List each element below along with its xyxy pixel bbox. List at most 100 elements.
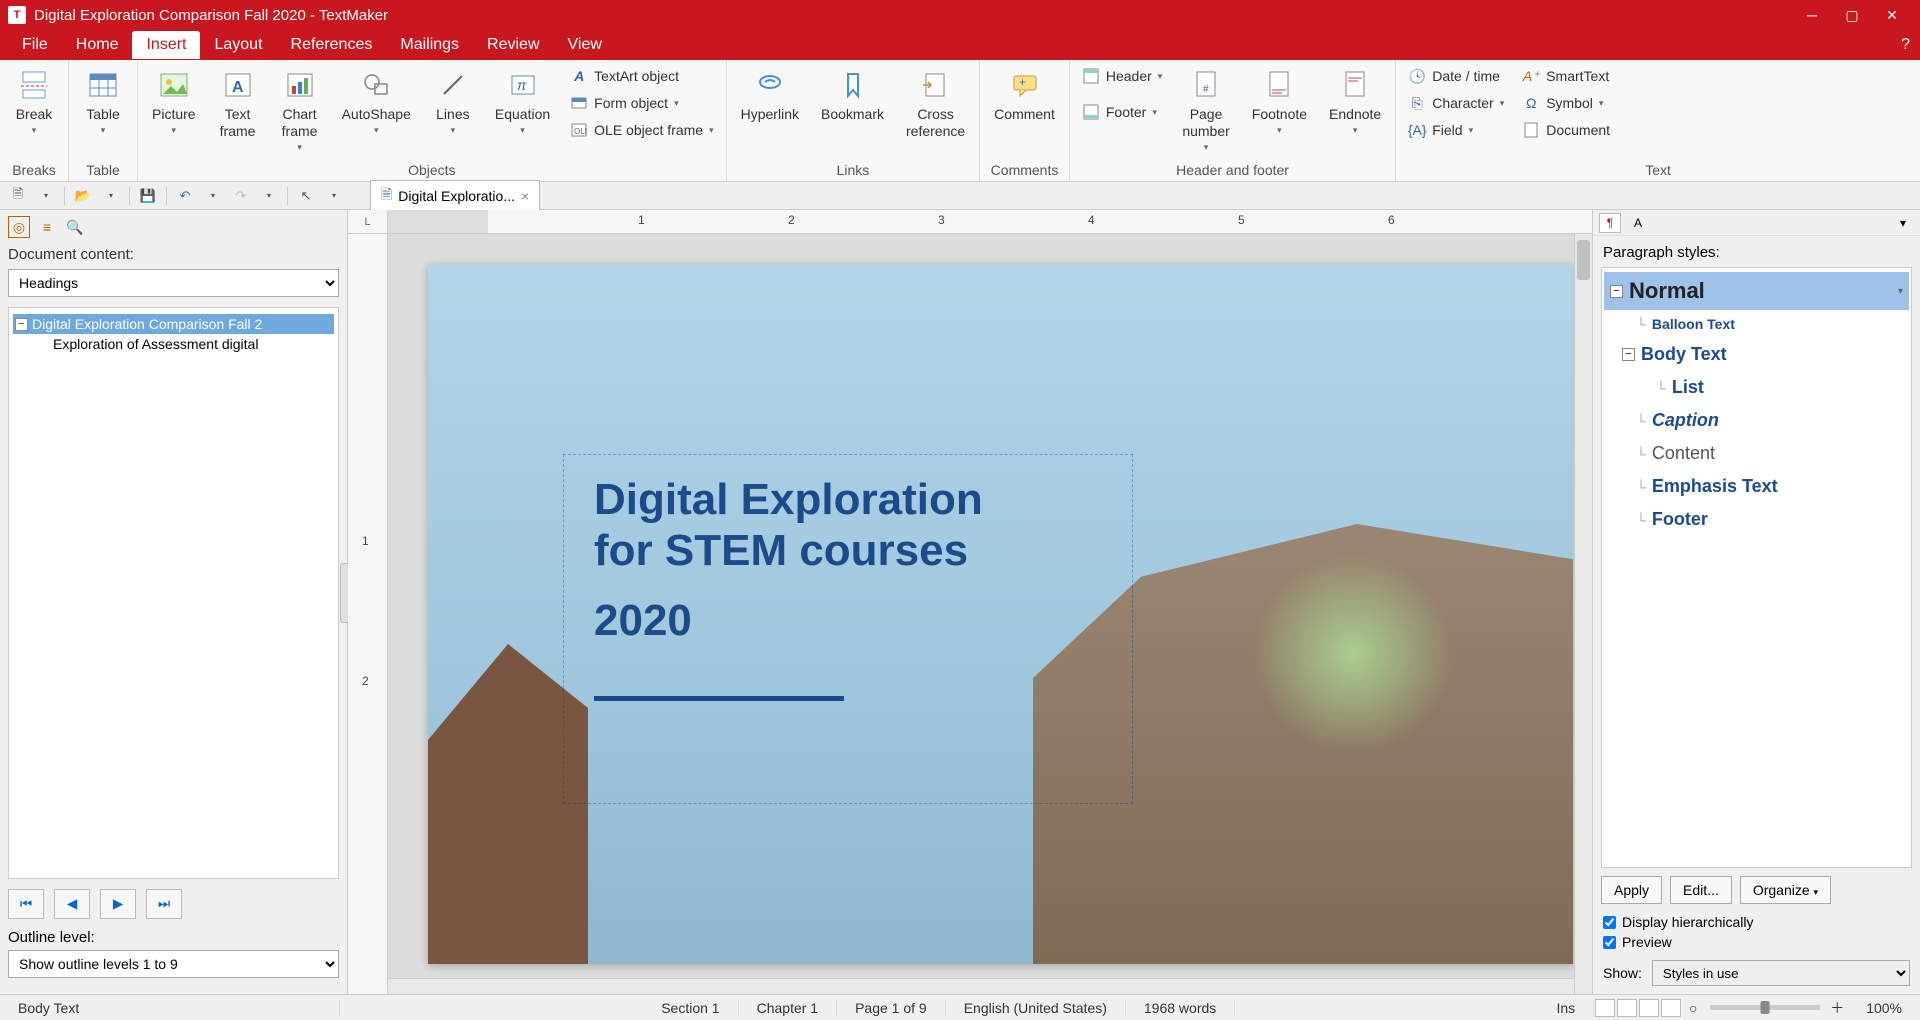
- smarttext-button[interactable]: A⁺SmartText: [1516, 64, 1616, 88]
- status-insert-mode[interactable]: Ins: [1539, 1000, 1595, 1016]
- organize-button[interactable]: Organize ▾: [1740, 876, 1831, 904]
- display-hierarchically-checkbox[interactable]: Display hierarchically: [1593, 912, 1920, 932]
- new-file-button[interactable]: 🗎: [6, 185, 30, 207]
- cross-reference-button[interactable]: Cross reference: [898, 64, 973, 144]
- minimize-button[interactable]: ─: [1792, 0, 1832, 30]
- picture-button[interactable]: Picture ▾: [144, 64, 204, 140]
- hyperlink-button[interactable]: Hyperlink: [733, 64, 807, 127]
- nav-last-button[interactable]: ⏭: [146, 889, 182, 919]
- view-mode-normal[interactable]: [1595, 999, 1615, 1017]
- bookmark-button[interactable]: Bookmark: [813, 64, 892, 127]
- menu-home[interactable]: Home: [62, 31, 133, 59]
- form-object-button[interactable]: Form object▾: [564, 91, 719, 115]
- page-viewport[interactable]: Digital Explorationfor STEM courses 2020: [388, 234, 1574, 994]
- table-button[interactable]: Table ▾: [75, 64, 131, 140]
- comment-button[interactable]: + Comment: [986, 64, 1063, 127]
- style-emphasis[interactable]: └ Emphasis Text: [1604, 470, 1909, 503]
- chevron-down-icon[interactable]: ▾: [201, 185, 225, 207]
- status-style[interactable]: Body Text: [0, 1000, 340, 1016]
- autoshape-button[interactable]: AutoShape ▾: [334, 64, 419, 140]
- document-tab[interactable]: 🗎 Digital Exploratio... ×: [370, 180, 540, 211]
- apply-button[interactable]: Apply: [1601, 876, 1662, 904]
- break-button[interactable]: Break ▾: [6, 64, 62, 140]
- help-icon[interactable]: ?: [1901, 36, 1910, 54]
- endnote-button[interactable]: Endnote ▾: [1321, 64, 1389, 140]
- document-heading[interactable]: Digital Explorationfor STEM courses: [594, 475, 1102, 576]
- view-mode-outline[interactable]: [1639, 999, 1659, 1017]
- symbol-button[interactable]: ΩSymbol▾: [1516, 91, 1616, 115]
- document-page[interactable]: Digital Explorationfor STEM courses 2020: [428, 264, 1573, 964]
- document-button[interactable]: Document: [1516, 118, 1616, 142]
- scrollbar-thumb[interactable]: [1577, 240, 1590, 280]
- menu-layout[interactable]: Layout: [200, 31, 276, 59]
- status-language[interactable]: English (United States): [946, 1000, 1126, 1016]
- nav-first-button[interactable]: ⏮: [8, 889, 44, 919]
- redo-button[interactable]: ↷: [229, 185, 253, 207]
- style-footer[interactable]: └ Footer: [1604, 503, 1909, 536]
- status-word-count[interactable]: 1968 words: [1126, 1000, 1235, 1016]
- menu-insert[interactable]: Insert: [132, 31, 200, 59]
- undo-button[interactable]: ↶: [173, 185, 197, 207]
- view-mode-master[interactable]: [1617, 999, 1637, 1017]
- textart-button[interactable]: ATextArt object: [564, 64, 719, 88]
- save-button[interactable]: 💾: [136, 185, 160, 207]
- horizontal-ruler[interactable]: L 1 2 3 4 5 6: [348, 210, 1592, 234]
- outline-tree[interactable]: − Digital Exploration Comparison Fall 2 …: [8, 307, 339, 879]
- vertical-ruler[interactable]: 1 2: [348, 234, 388, 994]
- panel-menu-button[interactable]: ▾: [1892, 213, 1914, 233]
- char-style-toggle[interactable]: A: [1627, 213, 1649, 233]
- menu-file[interactable]: File: [8, 31, 62, 59]
- tree-collapse-icon[interactable]: −: [15, 318, 28, 331]
- chevron-down-icon[interactable]: ▾: [257, 185, 281, 207]
- chart-frame-button[interactable]: Chart frame ▾: [272, 64, 328, 157]
- zoom-slider-thumb[interactable]: [1761, 1001, 1770, 1014]
- equation-button[interactable]: π Equation ▾: [487, 64, 558, 140]
- style-body-text[interactable]: − Body Text: [1604, 338, 1909, 371]
- open-button[interactable]: 📂: [71, 185, 95, 207]
- view-mode-web[interactable]: [1661, 999, 1681, 1017]
- tree-row[interactable]: − Digital Exploration Comparison Fall 2: [13, 314, 334, 334]
- lines-button[interactable]: Lines ▾: [425, 64, 481, 140]
- date-time-button[interactable]: 🕓Date / time: [1402, 64, 1510, 88]
- nav-prev-button[interactable]: ◀: [54, 889, 90, 919]
- chevron-down-icon[interactable]: ▾: [322, 185, 346, 207]
- menu-references[interactable]: References: [277, 31, 387, 59]
- status-chapter[interactable]: Chapter 1: [739, 1000, 837, 1016]
- style-caption[interactable]: └ Caption: [1604, 404, 1909, 437]
- chevron-down-icon[interactable]: ▾: [34, 185, 58, 207]
- chevron-down-icon[interactable]: ▾: [1898, 286, 1903, 297]
- ole-frame-button[interactable]: OLEOLE object frame▾: [564, 118, 719, 142]
- footer-button[interactable]: Footer▾: [1076, 100, 1168, 124]
- text-frame-button[interactable]: A Text frame: [210, 64, 266, 144]
- tree-row[interactable]: Exploration of Assessment digital: [13, 334, 334, 354]
- nav-search-button[interactable]: 🔍: [64, 216, 86, 238]
- status-page[interactable]: Page 1 of 9: [837, 1000, 946, 1016]
- document-year[interactable]: 2020: [594, 596, 1102, 646]
- vertical-scrollbar[interactable]: [1574, 234, 1592, 994]
- nav-list-button[interactable]: ≡: [36, 216, 58, 238]
- preview-checkbox[interactable]: Preview: [1593, 932, 1920, 952]
- style-balloon-text[interactable]: └ Balloon Text: [1604, 310, 1909, 338]
- edit-button[interactable]: Edit...: [1670, 876, 1732, 904]
- field-button[interactable]: {A}Field▾: [1402, 118, 1510, 142]
- maximize-button[interactable]: ▢: [1832, 0, 1872, 30]
- menu-mailings[interactable]: Mailings: [386, 31, 473, 59]
- page-number-button[interactable]: # Page number ▾: [1174, 64, 1237, 157]
- zoom-in-button[interactable]: ＋: [1826, 998, 1848, 1018]
- show-select[interactable]: Styles in use: [1652, 960, 1910, 986]
- styles-tree[interactable]: − Normal ▾ └ Balloon Text − Body Text └ …: [1601, 267, 1912, 868]
- nav-next-button[interactable]: ▶: [100, 889, 136, 919]
- close-button[interactable]: ✕: [1872, 0, 1912, 30]
- title-text-frame[interactable]: Digital Explorationfor STEM courses 2020: [563, 454, 1133, 804]
- style-list[interactable]: └ List: [1604, 371, 1909, 404]
- close-tab-icon[interactable]: ×: [521, 188, 529, 204]
- tree-collapse-icon[interactable]: −: [1610, 285, 1623, 298]
- nav-target-button[interactable]: ◎: [8, 216, 30, 238]
- para-style-toggle[interactable]: ¶: [1599, 213, 1621, 233]
- style-normal[interactable]: − Normal ▾: [1604, 272, 1909, 310]
- zoom-out-button[interactable]: ○: [1682, 1000, 1704, 1016]
- horizontal-scrollbar[interactable]: [388, 978, 1574, 994]
- character-button[interactable]: ⎘Character▾: [1402, 91, 1510, 115]
- menu-review[interactable]: Review: [473, 31, 553, 59]
- cursor-button[interactable]: ↖: [294, 185, 318, 207]
